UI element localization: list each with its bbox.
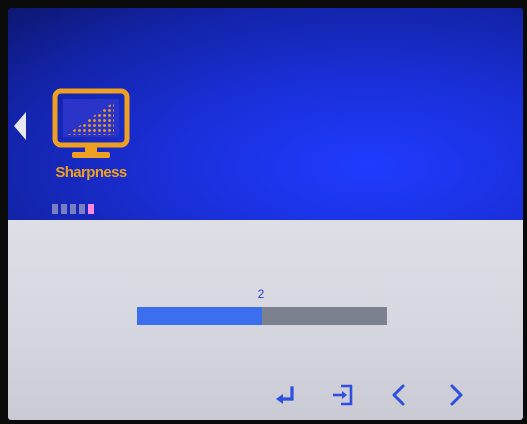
enter-icon bbox=[276, 386, 294, 404]
sharpness-icon[interactable] bbox=[52, 88, 130, 162]
page-dot bbox=[52, 204, 58, 214]
exit-button[interactable] bbox=[330, 382, 356, 408]
previous-button[interactable] bbox=[386, 382, 412, 408]
left-arrow-icon[interactable] bbox=[14, 112, 26, 140]
page-dot bbox=[70, 204, 76, 214]
osd-screen: Sharpness bbox=[8, 8, 523, 420]
menu-panel: Sharpness bbox=[8, 8, 523, 220]
chevron-left-icon bbox=[392, 384, 405, 406]
enter-button[interactable] bbox=[272, 382, 298, 408]
menu-label: Sharpness bbox=[55, 164, 127, 181]
page-dot bbox=[61, 204, 67, 214]
next-button[interactable] bbox=[443, 382, 469, 408]
page-dot-active bbox=[88, 204, 94, 214]
slider-value: 2 bbox=[257, 287, 265, 301]
slider-fill bbox=[137, 307, 262, 325]
page-indicator bbox=[52, 204, 94, 214]
page-dot bbox=[79, 204, 85, 214]
chevron-right-icon bbox=[450, 384, 463, 406]
exit-icon bbox=[333, 384, 353, 406]
sharpness-slider[interactable] bbox=[137, 307, 387, 325]
